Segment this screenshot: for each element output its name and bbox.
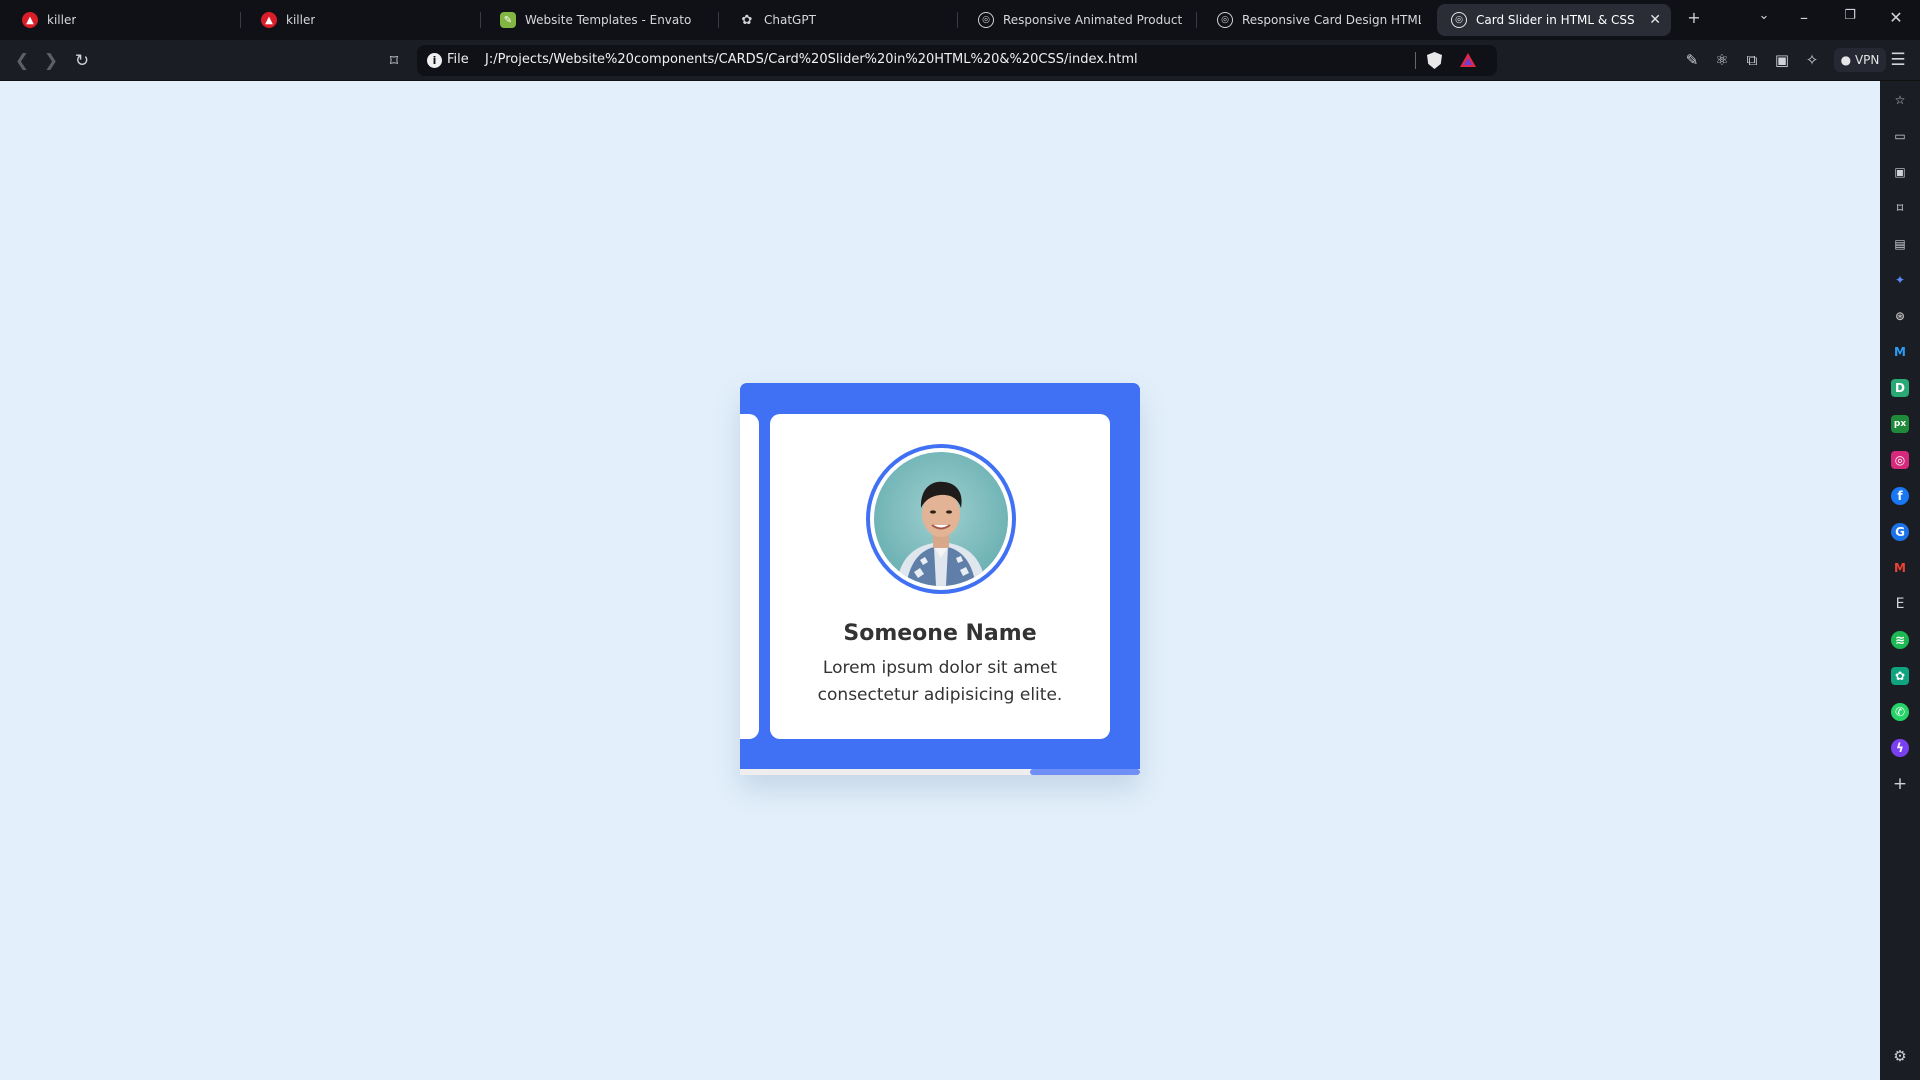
chatgpt-icon[interactable]: ✿ bbox=[1891, 667, 1909, 685]
brave-icon[interactable]: ⊛ bbox=[1891, 307, 1909, 325]
gmail-icon[interactable]: M bbox=[1891, 559, 1909, 577]
new-tab-icon[interactable]: + bbox=[1682, 8, 1706, 27]
tab-killer-1[interactable]: ▲ killer bbox=[8, 4, 238, 36]
extensions-icon[interactable]: ⧉ bbox=[1742, 50, 1762, 70]
globe-icon: ◎ bbox=[978, 12, 994, 28]
wallet-icon[interactable]: ▣ bbox=[1772, 50, 1792, 70]
url-input[interactable]: J:/Projects/Website%20components/CARDS/C… bbox=[485, 52, 1138, 67]
star-icon[interactable]: ☆ bbox=[1891, 91, 1909, 109]
brave-rewards-icon[interactable] bbox=[1460, 53, 1476, 67]
slider-scrollbar-thumb[interactable] bbox=[1030, 769, 1140, 775]
globe-icon: ◎ bbox=[1451, 12, 1467, 28]
globe-icon: ◎ bbox=[1217, 12, 1233, 28]
browser-toolbar: ❮ ❯ ↻ ⌑ i File J:/Projects/Website%20com… bbox=[0, 40, 1920, 81]
tab-divider bbox=[1196, 12, 1197, 28]
restore-icon[interactable]: ❐ bbox=[1838, 8, 1862, 23]
vpn-dot-icon: ● bbox=[1840, 53, 1855, 67]
brave-red-icon: ▲ bbox=[261, 12, 277, 28]
tab-envato[interactable]: ✎ Website Templates - Envato bbox=[486, 4, 716, 36]
avatar bbox=[874, 452, 1008, 586]
card-description: Lorem ipsum dolor sit amet consectetur a… bbox=[817, 658, 1063, 705]
person-photo bbox=[896, 481, 986, 586]
dribbble-icon[interactable]: D bbox=[1891, 379, 1909, 397]
facebook-icon[interactable]: f bbox=[1891, 487, 1909, 505]
url-divider bbox=[1415, 52, 1416, 69]
vpn-label: VPN bbox=[1854, 53, 1880, 67]
malwarebytes-icon[interactable]: M bbox=[1891, 343, 1909, 361]
brave-red-icon: ▲ bbox=[22, 12, 38, 28]
url-scheme: File bbox=[447, 52, 469, 67]
add-icon[interactable]: + bbox=[1891, 775, 1909, 793]
spotify-icon[interactable]: ≋ bbox=[1891, 631, 1909, 649]
minimize-icon[interactable]: – bbox=[1792, 8, 1816, 27]
leo-ai-icon[interactable]: ✧ bbox=[1802, 50, 1822, 70]
slider-scrollbar[interactable] bbox=[740, 769, 1140, 775]
back-icon[interactable]: ❮ bbox=[11, 50, 33, 72]
window-close-icon[interactable]: ✕ bbox=[1884, 8, 1908, 27]
tab-list-chevron-icon[interactable]: ⌄ bbox=[1752, 8, 1776, 23]
menu-icon[interactable]: ☰ bbox=[1888, 50, 1908, 70]
tab-divider bbox=[957, 12, 958, 28]
envato-icon: ✎ bbox=[500, 12, 516, 28]
messenger-icon[interactable]: ϟ bbox=[1891, 739, 1909, 757]
avatar-ring bbox=[866, 444, 1016, 594]
settings-icon[interactable]: ⚙ bbox=[1891, 1047, 1909, 1065]
reader-icon[interactable]: ▤ bbox=[1891, 235, 1909, 253]
brave-shields-icon[interactable] bbox=[1427, 52, 1442, 69]
site-info-icon[interactable]: i bbox=[427, 53, 442, 68]
tab-label: Responsive Animated Product Card bbox=[1003, 13, 1182, 27]
address-bar[interactable]: i File J:/Projects/Website%20components/… bbox=[417, 45, 1497, 76]
tab-label: Responsive Card Design HTML and bbox=[1242, 13, 1421, 27]
video-icon[interactable]: ▭ bbox=[1891, 127, 1909, 145]
tab-product-card[interactable]: ◎ Responsive Animated Product Card bbox=[964, 4, 1194, 36]
whatsapp-icon[interactable]: ✆ bbox=[1891, 703, 1909, 721]
tab-label: killer bbox=[286, 13, 316, 27]
close-tab-icon[interactable]: ✕ bbox=[1649, 12, 1661, 28]
instagram-icon[interactable]: ◎ bbox=[1891, 451, 1909, 469]
wallet-icon[interactable]: ▣ bbox=[1891, 163, 1909, 181]
tab-label: Website Templates - Envato bbox=[525, 13, 692, 27]
envato-e-icon[interactable]: E bbox=[1891, 595, 1909, 613]
tab-strip: ▲ killer ▲ killer ✎ Website Templates - … bbox=[0, 0, 1920, 40]
chatgpt-icon: ✿ bbox=[741, 12, 753, 28]
tab-card-design[interactable]: ◎ Responsive Card Design HTML and bbox=[1203, 4, 1433, 36]
forward-icon[interactable]: ❯ bbox=[40, 50, 62, 72]
page-viewport: Someone Name Lorem ipsum dolor sit amet … bbox=[0, 81, 1880, 1080]
tab-label: ChatGPT bbox=[764, 13, 816, 27]
tab-divider bbox=[718, 12, 719, 28]
tab-divider bbox=[240, 12, 241, 28]
tab-card-slider-active[interactable]: ◎ Card Slider in HTML & CSS ✕ bbox=[1437, 4, 1671, 36]
eyedropper-icon[interactable]: ✎ bbox=[1682, 50, 1702, 70]
vpn-button[interactable]: ● VPN bbox=[1834, 48, 1886, 72]
leo-ai-icon[interactable]: ✦ bbox=[1891, 271, 1909, 289]
google-icon[interactable]: G bbox=[1891, 523, 1909, 541]
bookmark-icon[interactable]: ⌑ bbox=[383, 50, 405, 72]
react-devtools-icon[interactable]: ⚛ bbox=[1712, 50, 1732, 70]
browser-sidebar: ☆ ▭ ▣ ⌑ ▤ ✦ ⊛ M D px ◎ f G M E ≋ ✿ ✆ ϟ +… bbox=[1880, 81, 1920, 1080]
card-name: Someone Name bbox=[843, 621, 1037, 646]
tab-killer-2[interactable]: ▲ killer bbox=[247, 4, 477, 36]
bookmark-icon[interactable]: ⌑ bbox=[1891, 199, 1909, 217]
tab-divider bbox=[480, 12, 481, 28]
previous-card-peek[interactable] bbox=[740, 414, 759, 739]
tab-label: killer bbox=[47, 13, 77, 27]
tab-chatgpt[interactable]: ✿ ChatGPT bbox=[725, 4, 955, 36]
profile-card[interactable]: Someone Name Lorem ipsum dolor sit amet … bbox=[770, 414, 1110, 739]
card-slider[interactable]: Someone Name Lorem ipsum dolor sit amet … bbox=[740, 383, 1140, 775]
pixel-icon[interactable]: px bbox=[1891, 415, 1909, 433]
tab-label: Card Slider in HTML & CSS bbox=[1476, 13, 1635, 27]
reload-icon[interactable]: ↻ bbox=[71, 50, 93, 72]
